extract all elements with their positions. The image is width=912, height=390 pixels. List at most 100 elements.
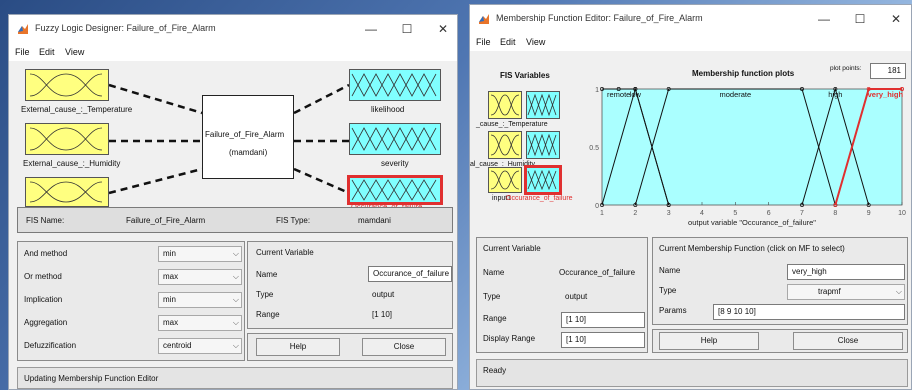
implication-label: Implication bbox=[24, 295, 63, 304]
x-tick-label: 8 bbox=[833, 210, 837, 217]
matlab-icon bbox=[479, 14, 489, 24]
var-box-occurance-of-failure[interactable] bbox=[524, 165, 562, 195]
variable-range-field[interactable]: [1 10] bbox=[561, 312, 645, 328]
var-box-input1[interactable] bbox=[488, 167, 522, 193]
variable-range-label: Range bbox=[256, 310, 280, 319]
variable-type-label: Type bbox=[256, 290, 274, 299]
current-variable-panel: Current Variable Name Occurance_of_failu… bbox=[247, 241, 453, 329]
defuzzification-select[interactable]: centroid ⌵ bbox=[158, 338, 242, 354]
or-method-value: max bbox=[163, 272, 179, 281]
minimize-icon[interactable]: — bbox=[357, 21, 385, 37]
x-tick-label: 6 bbox=[767, 210, 771, 217]
mf-params-field[interactable]: [8 9 10 10] bbox=[713, 304, 905, 320]
mf-type-label: Type bbox=[659, 286, 677, 295]
chevron-down-icon: ⌵ bbox=[232, 249, 239, 258]
y-tick-label: 1 bbox=[595, 87, 599, 94]
window-title: Fuzzy Logic Designer: Failure_of_Fire_Al… bbox=[35, 23, 216, 33]
help-button[interactable]: Help bbox=[256, 338, 340, 356]
x-tick-label: 3 bbox=[667, 210, 671, 217]
input-label-humidity: External_cause_:_Humidity bbox=[23, 159, 121, 168]
menu-edit[interactable]: Edit bbox=[500, 37, 516, 47]
aggregation-select[interactable]: max ⌵ bbox=[158, 315, 242, 331]
output-mf-box-severity[interactable] bbox=[349, 123, 441, 155]
aggregation-value: max bbox=[163, 318, 179, 327]
variable-range-label: Range bbox=[483, 314, 507, 323]
var-box-temperature[interactable] bbox=[488, 91, 522, 119]
fis-name-value: Failure_of_Fire_Alarm bbox=[126, 216, 206, 225]
close-button[interactable]: Close bbox=[362, 338, 446, 356]
output-label-severity: severity bbox=[381, 159, 409, 168]
fis-type-value: mamdani bbox=[358, 216, 391, 225]
mf-label: remote bbox=[607, 90, 630, 99]
input-mf-box-humidity[interactable] bbox=[25, 123, 109, 155]
membership-function-editor-window: Membership Function Editor: Failure_of_F… bbox=[469, 4, 912, 390]
plot-heading: Membership function plots bbox=[692, 69, 795, 78]
menu-view[interactable]: View bbox=[526, 37, 545, 47]
input-mf-box-temperature[interactable] bbox=[25, 69, 109, 101]
x-tick-label: 2 bbox=[633, 210, 637, 217]
variable-name-value: Occurance_of_failure bbox=[559, 268, 636, 277]
menu-edit[interactable]: Edit bbox=[39, 47, 55, 57]
or-method-select[interactable]: max ⌵ bbox=[158, 269, 242, 285]
mf-label: moderate bbox=[719, 90, 751, 99]
mf-name-field[interactable]: very_high bbox=[787, 264, 905, 280]
x-axis-label: output variable "Occurance_of_failure" bbox=[688, 218, 816, 227]
membership-function-plot[interactable]: 1 2 3 4 5 6 7 8 9 10 0 0.5 1 output variable "Occuran… bbox=[580, 81, 912, 231]
input-mf-box-input1[interactable] bbox=[25, 177, 109, 207]
maximize-icon[interactable]: ☐ bbox=[846, 11, 874, 27]
mf-label: high bbox=[828, 90, 842, 99]
title-bar[interactable]: Membership Function Editor: Failure_of_F… bbox=[470, 5, 911, 33]
help-button[interactable]: Help bbox=[659, 332, 759, 350]
mf-type-select[interactable]: trapmf ⌵ bbox=[787, 284, 905, 300]
close-icon[interactable]: ✕ bbox=[429, 21, 457, 37]
y-tick-label: 0.5 bbox=[589, 145, 599, 152]
and-method-label: And method bbox=[24, 249, 68, 258]
fis-info-bar: FIS Name: Failure_of_Fire_Alarm FIS Type… bbox=[17, 207, 453, 233]
variable-name-field[interactable]: Occurance_of_failure bbox=[368, 266, 452, 282]
close-icon[interactable]: ✕ bbox=[882, 11, 910, 27]
fis-type-label: FIS Type: bbox=[276, 216, 311, 225]
x-tick-label: 5 bbox=[733, 210, 737, 217]
y-tick-label: 0 bbox=[595, 203, 599, 210]
maximize-icon[interactable]: ☐ bbox=[393, 21, 421, 37]
window-title: Membership Function Editor: Failure_of_F… bbox=[496, 13, 703, 23]
display-range-field[interactable]: [1 10] bbox=[561, 332, 645, 348]
fis-system-box[interactable]: Failure_of_Fire_Alarm (mamdani) bbox=[202, 95, 294, 179]
and-method-select[interactable]: min ⌵ bbox=[158, 246, 242, 262]
title-bar[interactable]: Fuzzy Logic Designer: Failure_of_Fire_Al… bbox=[9, 15, 457, 43]
mf-name-label: Name bbox=[659, 266, 681, 275]
output-mf-box-likelihood[interactable] bbox=[349, 69, 441, 101]
plot-points-label: plot points: bbox=[830, 65, 862, 72]
chevron-down-icon: ⌵ bbox=[895, 287, 902, 296]
menu-bar: File Edit View bbox=[470, 33, 911, 51]
close-button[interactable]: Close bbox=[793, 332, 903, 350]
menu-file[interactable]: File bbox=[15, 47, 30, 57]
status-bar: Updating Membership Function Editor bbox=[17, 367, 453, 389]
mf-params-label: Params bbox=[659, 306, 687, 315]
menu-view[interactable]: View bbox=[65, 47, 84, 57]
x-tick-label: 10 bbox=[898, 210, 906, 217]
input-label-temperature: External_cause_:_Temperature bbox=[21, 105, 133, 114]
chevron-down-icon: ⌵ bbox=[232, 318, 239, 327]
status-bar: Ready bbox=[476, 359, 908, 387]
fis-system-name: Failure_of_Fire_Alarm bbox=[205, 130, 285, 139]
implication-select[interactable]: min ⌵ bbox=[158, 292, 242, 308]
implication-value: min bbox=[163, 295, 176, 304]
chevron-down-icon: ⌵ bbox=[232, 272, 239, 281]
variable-name-label: Name bbox=[483, 268, 505, 277]
minimize-icon[interactable]: — bbox=[810, 11, 838, 27]
var-box-severity[interactable] bbox=[526, 131, 560, 159]
variable-type-label: Type bbox=[483, 292, 501, 301]
x-tick-label: 1 bbox=[600, 210, 604, 217]
menu-bar: File Edit View bbox=[9, 43, 457, 61]
matlab-icon bbox=[18, 24, 28, 34]
x-tick-label: 7 bbox=[800, 210, 804, 217]
output-mf-box-occurance-of-failure[interactable] bbox=[347, 175, 443, 205]
var-box-humidity[interactable] bbox=[488, 131, 522, 159]
variable-name-label: Name bbox=[256, 270, 278, 279]
plot-points-field[interactable]: 181 bbox=[870, 63, 906, 79]
chevron-down-icon: ⌵ bbox=[232, 295, 239, 304]
menu-file[interactable]: File bbox=[476, 37, 491, 47]
button-panel: Help Close bbox=[247, 333, 453, 361]
var-box-likelihood[interactable] bbox=[526, 91, 560, 119]
